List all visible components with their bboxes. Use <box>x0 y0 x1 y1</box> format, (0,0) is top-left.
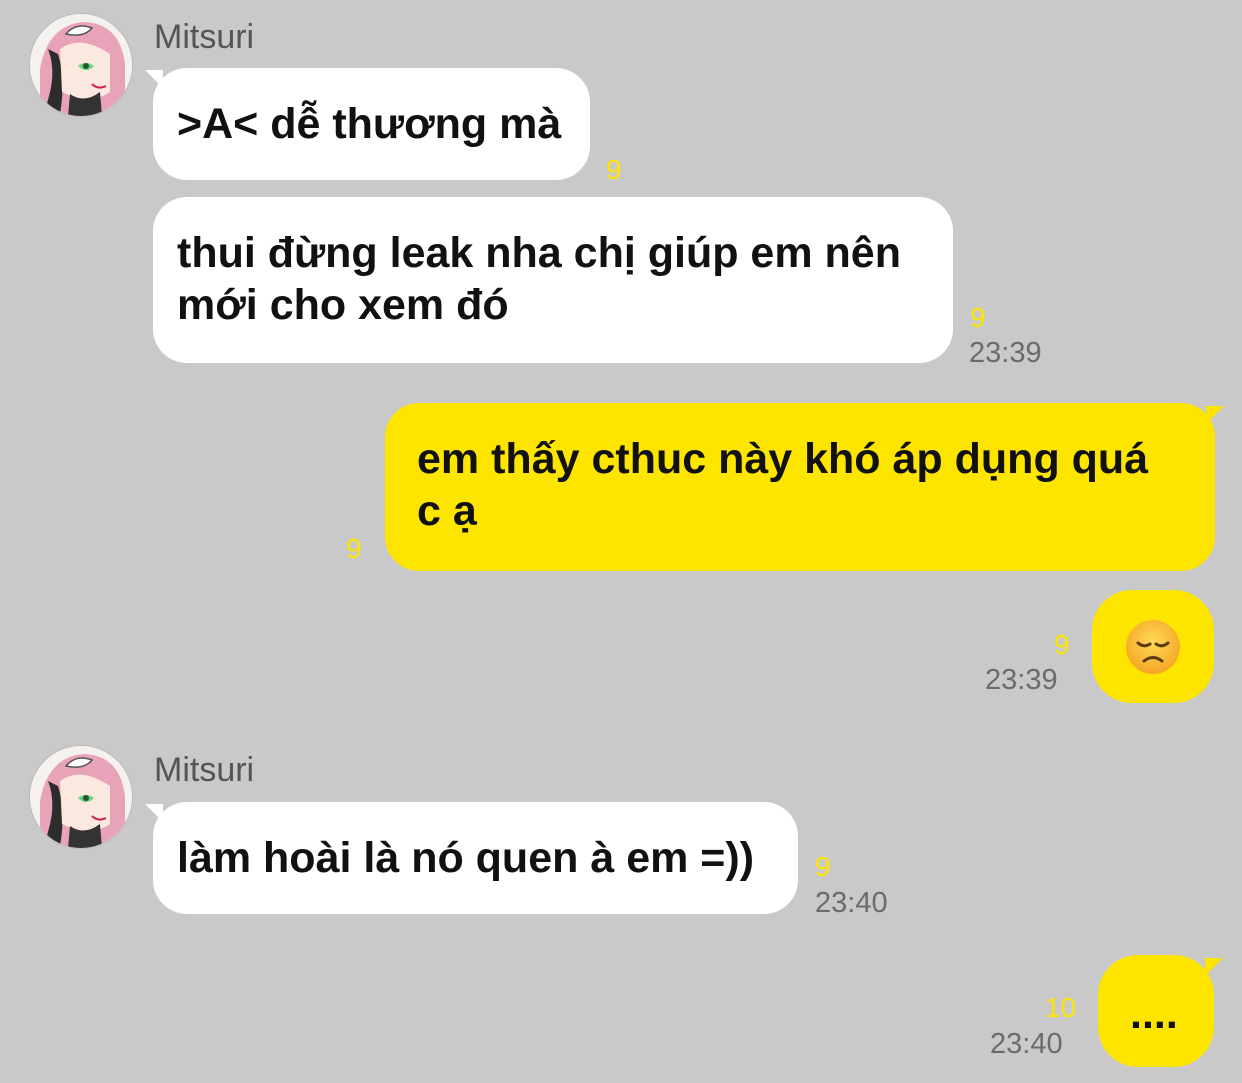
sender-name: Mitsuri <box>154 751 255 789</box>
message-time: 23:40 <box>990 1028 1063 1060</box>
message-text: em thấy cthuc này khó áp dụng quá c ạ <box>417 435 1149 535</box>
unread-count: 10 <box>1045 992 1077 1023</box>
disappointed-face-icon <box>1126 620 1180 674</box>
message-text: >A< dễ thương mà <box>177 100 562 148</box>
unread-count: 9 <box>1054 629 1070 660</box>
message-text: thui đừng leak nha chị giúp em nên mới c… <box>177 229 901 329</box>
message-text: làm hoài là nó quen à em =)) <box>177 834 755 882</box>
unread-count: 9 <box>346 533 362 564</box>
message-bubble[interactable]: làm hoài là nó quen à em =)) <box>153 802 798 914</box>
unread-count: 9 <box>815 851 831 882</box>
message-text: .... <box>1130 990 1178 1038</box>
avatar-mitsuri[interactable] <box>30 14 132 116</box>
message-time: 23:40 <box>815 887 888 919</box>
bubble-tail <box>1206 406 1224 424</box>
message-time: 23:39 <box>969 337 1042 369</box>
message-bubble[interactable]: thui đừng leak nha chị giúp em nên mới c… <box>153 197 953 363</box>
message-time: 23:39 <box>985 664 1058 696</box>
message-bubble[interactable]: em thấy cthuc này khó áp dụng quá c ạ <box>385 403 1215 571</box>
anime-avatar-icon <box>30 14 132 116</box>
message-bubble[interactable]: >A< dễ thương mà <box>153 68 590 180</box>
bubble-tail <box>1205 958 1223 976</box>
sender-name: Mitsuri <box>154 18 255 56</box>
anime-avatar-icon <box>30 746 132 848</box>
unread-count: 9 <box>606 154 622 185</box>
emoji-message-bubble[interactable] <box>1092 590 1214 703</box>
unread-count: 9 <box>970 302 986 333</box>
message-bubble[interactable]: .... <box>1098 955 1214 1067</box>
avatar-mitsuri[interactable] <box>30 746 132 848</box>
